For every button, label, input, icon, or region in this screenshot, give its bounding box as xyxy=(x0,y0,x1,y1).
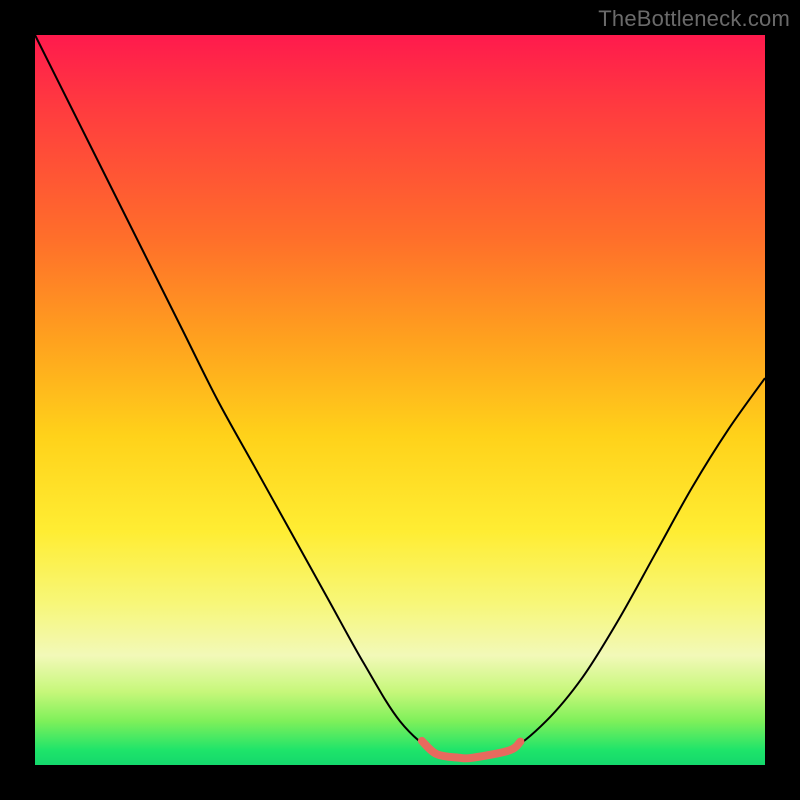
plot-area xyxy=(35,35,765,765)
bottleneck-curve xyxy=(35,35,765,765)
chart-frame: TheBottleneck.com xyxy=(0,0,800,800)
watermark-text: TheBottleneck.com xyxy=(598,6,790,32)
curve-path xyxy=(35,35,765,758)
curve-highlight xyxy=(422,741,521,758)
